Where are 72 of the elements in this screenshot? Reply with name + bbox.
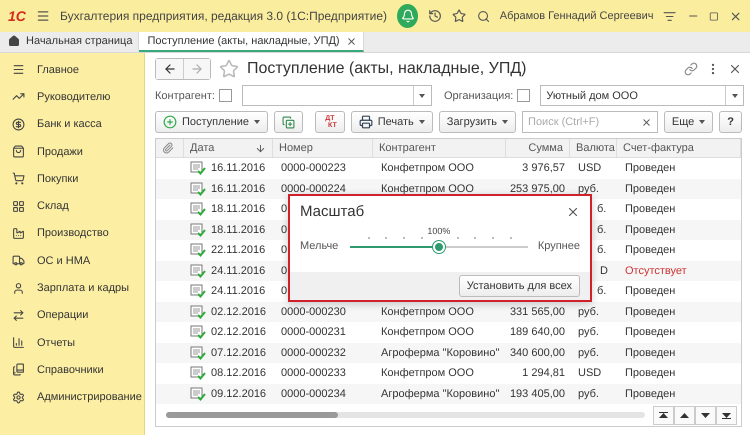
table-cell-text: Проведен: [624, 366, 676, 382]
filter-label: Организация:: [444, 90, 514, 102]
table-cell: 02.12.2016: [184, 322, 272, 342]
table-cell-text: Агроферма "Коровино": [380, 386, 500, 402]
table-cell-text: 0: [280, 264, 288, 279]
larger-label: Крупнее: [538, 240, 580, 252]
table-cell-text: 0000-000232: [280, 346, 347, 361]
table-cell-text: б.: [596, 202, 608, 218]
table-cell-text: Отсутствует: [624, 264, 688, 279]
form-title: Поступление (акты, накладные, УПД): [247, 60, 528, 78]
table-cell-text: Проведен: [624, 284, 676, 300]
table-cell-text: 0: [280, 222, 288, 238]
smaller-label: Мельче: [300, 240, 338, 252]
table-cell: 08.12.2016: [184, 363, 272, 384]
table-cell: 18.11.2016: [184, 199, 272, 220]
table-cell-text: Проведен: [624, 202, 676, 218]
table-cell: 22.11.2016: [184, 240, 272, 260]
table-cell-text: Проведен: [624, 161, 676, 176]
table-cell-text: USD: [577, 161, 602, 176]
table-cell-text: Конфетпром ООО: [380, 304, 475, 320]
table-cell-text: 0: [280, 202, 288, 218]
table-cell-text: USD: [577, 366, 602, 382]
table-cell: 09.12.2016: [184, 384, 272, 404]
table-cell-text: б.: [596, 222, 608, 238]
table-cell-text: руб.: [577, 304, 600, 320]
table-cell: 02.12.2016: [184, 302, 272, 322]
table-cell-text: Проведен: [624, 386, 676, 402]
table-cell-text: 340 600,00: [508, 346, 566, 361]
table-cell-text: Проведен: [624, 325, 676, 340]
table-cell-text: Агроферма "Коровино": [380, 346, 500, 361]
table-cell-text: 189 640,00: [508, 325, 566, 340]
filter-label: Контрагент:: [155, 90, 215, 102]
table-cell-text: Конфетпром ООО: [380, 366, 475, 382]
table-cell-text: 0000-000224: [280, 182, 347, 197]
table-cell-text: руб.: [577, 346, 600, 361]
table-cell-text: Конфетпром ООО: [380, 182, 475, 197]
table-cell: 24.11.2016: [184, 281, 272, 302]
table-cell-text: 0000-000231: [280, 325, 347, 340]
table-cell-text: D: [599, 264, 609, 279]
table-cell-text: б.: [596, 284, 608, 300]
table-cell-text: 193 405,00: [508, 386, 566, 402]
table-cell-text: 0000-000230: [280, 304, 347, 320]
table-cell: 16.11.2016: [184, 178, 272, 199]
table-cell-text: 0000-000223: [280, 161, 347, 176]
table-cell-text: 3 976,57: [521, 161, 566, 176]
table-cell: 24.11.2016: [184, 260, 272, 281]
table-cell-text: 331 565,00: [508, 304, 566, 320]
window-title: Бухгалтерия предприятия, редакция 3.0 (1С:Предприятие): [60, 9, 388, 23]
table-cell-text: 253 975,00: [508, 182, 566, 197]
dialog-title: Масштаб: [300, 203, 364, 220]
table-cell-text: 0000-000233: [280, 366, 347, 382]
table-cell-text: руб.: [577, 182, 600, 197]
table-cell-text: б.: [596, 243, 608, 258]
table-cell-text: руб.: [577, 386, 600, 402]
app-logo: 1С: [8, 8, 26, 24]
table-cell-text: 0000-000234: [280, 386, 347, 402]
table-cell-text: Проведен: [624, 346, 676, 361]
table-cell-text: 1 294,81: [521, 366, 566, 382]
table-cell-text: Проведен: [624, 182, 676, 197]
table-cell-text: Конфетпром ООО: [380, 161, 475, 176]
table-cell: 16.11.2016: [184, 158, 272, 178]
table-cell-text: 0: [280, 284, 288, 300]
scale-reading: 100%: [427, 226, 450, 236]
table-cell-text: Проведен: [624, 304, 676, 320]
table-cell: 07.12.2016: [184, 342, 272, 363]
table-cell-text: руб.: [577, 325, 600, 340]
table-cell: 18.11.2016: [184, 220, 272, 240]
table-cell-text: Проведен: [624, 222, 676, 238]
table-cell-text: Проведен: [624, 243, 676, 258]
table-cell-text: Конфетпром ООО: [380, 325, 475, 340]
header-label: Дата: [190, 142, 214, 154]
table-cell-text: 0: [280, 243, 288, 258]
